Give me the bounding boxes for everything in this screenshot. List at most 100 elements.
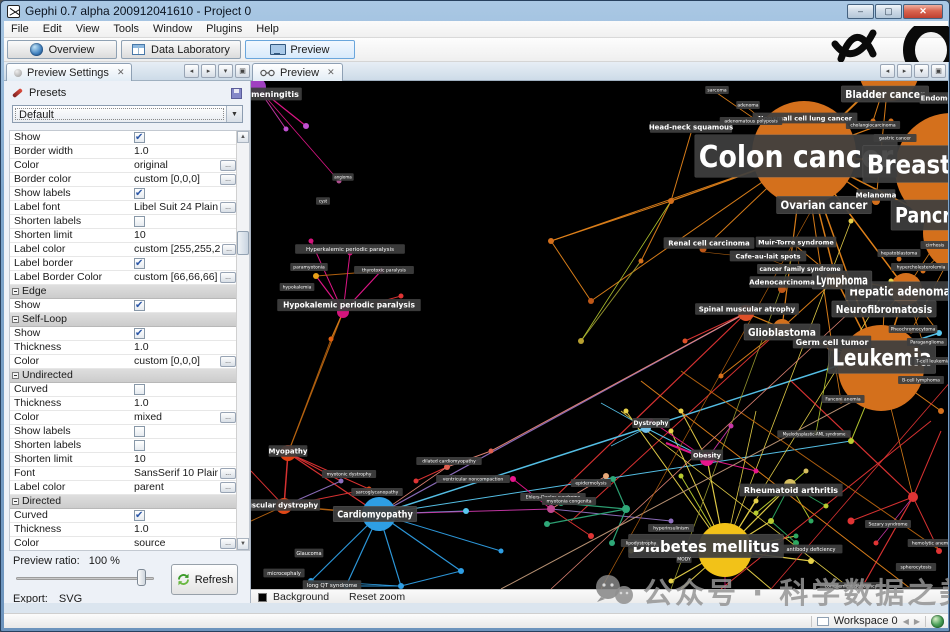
- save-preset-icon[interactable]: [231, 88, 242, 99]
- node-label[interactable]: Glaucoma: [296, 551, 321, 557]
- menu-edit[interactable]: Edit: [36, 21, 69, 37]
- status-globe-icon[interactable]: [931, 615, 944, 628]
- node-label[interactable]: Rheumatoid arthritis: [744, 486, 838, 495]
- scroll-left-button[interactable]: ◂: [184, 64, 199, 78]
- graph-node[interactable]: [624, 409, 629, 414]
- close-button[interactable]: ✕: [903, 4, 943, 19]
- ellipsis-button[interactable]: ...: [220, 538, 236, 549]
- property-value[interactable]: custom [255,255,255]: [134, 243, 220, 256]
- node-label[interactable]: Fanconi anemia: [825, 397, 861, 403]
- property-value[interactable]: original: [134, 159, 168, 172]
- graph-node[interactable]: [499, 549, 504, 554]
- property-value[interactable]: Libel Suit 24 Plain: [134, 201, 218, 214]
- ellipsis-button[interactable]: ...: [220, 468, 236, 479]
- graph-canvas[interactable]: Colon cancerBreastPancreBladder cancerOv…: [251, 81, 948, 589]
- node-label[interactable]: paramyotonia: [293, 265, 325, 271]
- settings-row[interactable]: Colorsource...: [10, 537, 238, 551]
- preview-ratio-slider[interactable]: [16, 577, 154, 580]
- graph-node[interactable]: [309, 239, 314, 244]
- graph-node[interactable]: [936, 548, 942, 554]
- scroll-right-button[interactable]: ▸: [201, 64, 216, 78]
- settings-row[interactable]: Label fontLibel Suit 24 Plain...: [10, 201, 238, 215]
- toolbar-tab-overview[interactable]: Overview: [7, 40, 117, 59]
- settings-row[interactable]: Shorten limit10: [10, 453, 238, 467]
- node-label[interactable]: hypokalemia: [283, 285, 312, 291]
- node-label[interactable]: myotonia congenita: [547, 499, 592, 505]
- checkbox[interactable]: [134, 384, 145, 395]
- checkbox[interactable]: [134, 258, 145, 269]
- tab-close-icon[interactable]: ✕: [117, 67, 125, 78]
- settings-section-edge[interactable]: Edge: [10, 285, 238, 299]
- settings-scrollbar[interactable]: ▲ ▼: [236, 131, 249, 550]
- scroll-down-icon[interactable]: ▼: [237, 538, 249, 550]
- graph-node[interactable]: [824, 504, 829, 509]
- node-label[interactable]: T-cell leukemia: [915, 359, 948, 365]
- node-label[interactable]: gastric cancer: [879, 136, 911, 142]
- workspace-prev-icon[interactable]: ◀: [903, 617, 909, 626]
- graph-node[interactable]: [848, 518, 855, 525]
- node-label[interactable]: Renal cell carcinoma: [668, 240, 750, 248]
- settings-row[interactable]: Show labels: [10, 425, 238, 439]
- settings-row[interactable]: Show: [10, 327, 238, 341]
- settings-row[interactable]: Colormixed...: [10, 411, 238, 425]
- preset-dropdown[interactable]: Default ▼: [12, 105, 243, 123]
- node-label[interactable]: antibody deficiency: [786, 547, 835, 553]
- workspace-label[interactable]: Workspace 0: [834, 615, 898, 627]
- slider-thumb[interactable]: [137, 569, 146, 586]
- settings-row[interactable]: Shorten limit10: [10, 229, 238, 243]
- scroll-left-button[interactable]: ◂: [880, 64, 895, 78]
- node-label[interactable]: hyperinsulinism: [653, 526, 689, 532]
- checkbox[interactable]: [134, 216, 145, 227]
- node-label[interactable]: ventricular noncompaction: [443, 477, 504, 483]
- graph-node[interactable]: [874, 541, 879, 546]
- scroll-right-button[interactable]: ▸: [897, 64, 912, 78]
- ellipsis-button[interactable]: ...: [220, 356, 236, 367]
- graph-node[interactable]: [578, 338, 584, 344]
- settings-row[interactable]: Border width1.0: [10, 145, 238, 159]
- node-label[interactable]: Adenocarcinoma: [749, 279, 815, 287]
- node-label[interactable]: cyst: [319, 198, 328, 203]
- node-label[interactable]: Sezary syndrome: [868, 522, 907, 528]
- reset-zoom-button[interactable]: Reset zoom: [349, 591, 405, 603]
- settings-row[interactable]: Thickness1.0: [10, 397, 238, 411]
- checkbox[interactable]: [134, 440, 145, 451]
- settings-row[interactable]: Shorten labels: [10, 439, 238, 453]
- node-label[interactable]: hemolytic anemia: [912, 541, 948, 547]
- node-label[interactable]: myotonic dystrophy: [327, 472, 372, 478]
- checkbox[interactable]: [134, 426, 145, 437]
- settings-row[interactable]: Curved: [10, 509, 238, 523]
- node-label[interactable]: Endometri: [921, 95, 948, 103]
- graph-node[interactable]: [414, 479, 419, 484]
- property-value[interactable]: custom [66,66,66]: [134, 271, 217, 284]
- checkbox[interactable]: [134, 188, 145, 199]
- node-label[interactable]: Myelodysplastic-AML syndrome: [783, 431, 846, 436]
- node-label[interactable]: lipodystrophy: [626, 541, 657, 547]
- property-value[interactable]: 1.0: [134, 397, 149, 410]
- tab-preview[interactable]: Preview ✕: [252, 63, 343, 81]
- node-label[interactable]: Germ cell tumor: [796, 338, 869, 347]
- node-label[interactable]: Melanoma: [856, 192, 897, 200]
- settings-row[interactable]: Show: [10, 131, 238, 145]
- scrollbar-thumb[interactable]: [237, 231, 249, 255]
- node-label[interactable]: adenomatous polyposis: [724, 119, 778, 125]
- settings-section-undirected[interactable]: Undirected: [10, 369, 238, 383]
- node-label[interactable]: Hyperkalemic periodic paralysis: [306, 247, 394, 253]
- menu-file[interactable]: File: [4, 21, 36, 37]
- node-label[interactable]: meningitis: [251, 90, 299, 99]
- graph-node[interactable]: [754, 511, 759, 516]
- graph-node[interactable]: [754, 499, 759, 504]
- graph-node[interactable]: [929, 249, 934, 254]
- node-label[interactable]: dilated cardiomyopathy: [422, 459, 476, 465]
- node-label[interactable]: adenoma: [737, 103, 758, 109]
- graph-node[interactable]: [669, 579, 674, 584]
- graph-node[interactable]: [848, 438, 854, 444]
- graph-node[interactable]: [729, 424, 734, 429]
- graph-node[interactable]: [719, 374, 724, 379]
- property-value[interactable]: mixed: [134, 411, 162, 424]
- graph-node[interactable]: [679, 409, 684, 414]
- node-label[interactable]: hypercholesterolemia: [897, 265, 946, 271]
- property-value[interactable]: custom [0,0,0]: [134, 355, 200, 368]
- graph-node[interactable]: [399, 294, 404, 299]
- settings-row[interactable]: Label border: [10, 257, 238, 271]
- graph-node[interactable]: [908, 492, 918, 502]
